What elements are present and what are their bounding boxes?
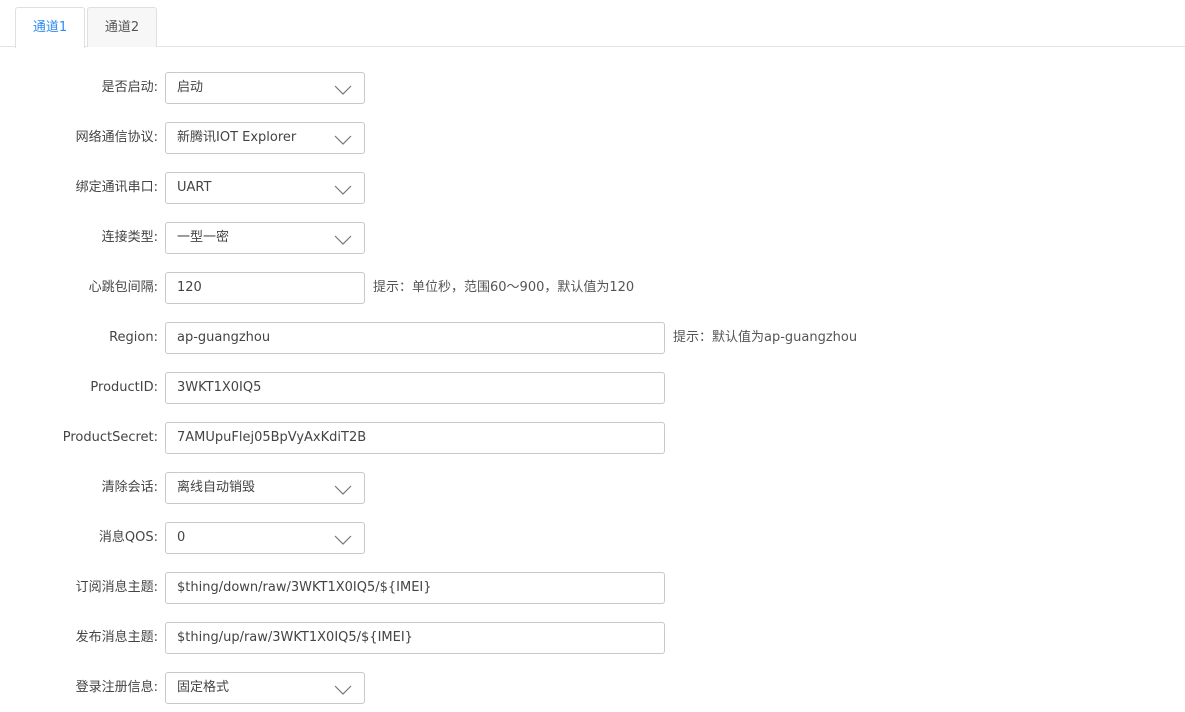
- product-id-input[interactable]: [177, 373, 664, 402]
- serial-port-label: 绑定通讯串口:: [75, 180, 158, 195]
- product-id-label: ProductID:: [90, 380, 158, 395]
- qos-select[interactable]: 0: [165, 522, 365, 554]
- tab-bar: 通道1 通道2: [0, 0, 1185, 48]
- chevron-down-icon: [334, 85, 352, 95]
- tab-channel-1[interactable]: 通道1: [15, 7, 85, 48]
- serial-port-select-value: UART: [177, 180, 212, 195]
- product-secret-input[interactable]: [177, 423, 664, 452]
- heartbeat-hint: 提示：单位秒，范围60～900，默认值为120: [373, 280, 635, 295]
- publish-topic-input[interactable]: [177, 623, 664, 652]
- qos-label: 消息QOS:: [98, 530, 158, 545]
- publish-topic-label: 发布消息主题:: [75, 630, 158, 645]
- form-row-clean-session: 清除会话: 离线自动销毁: [0, 472, 1185, 504]
- register-info-select[interactable]: 固定格式: [165, 672, 365, 704]
- form-row-qos: 消息QOS: 0: [0, 522, 1185, 554]
- heartbeat-input-box[interactable]: [165, 272, 365, 304]
- chevron-down-icon: [334, 235, 352, 245]
- form-row-connection-type: 连接类型: 一型一密: [0, 222, 1185, 254]
- form-row-protocol: 网络通信协议: 新腾讯IOT Explorer: [0, 122, 1185, 154]
- subscribe-topic-input[interactable]: [177, 573, 664, 602]
- form-row-product-id: ProductID:: [0, 372, 1185, 404]
- region-label: Region:: [109, 330, 158, 345]
- enabled-label: 是否启动:: [101, 80, 158, 95]
- connection-type-label: 连接类型:: [101, 230, 158, 245]
- qos-select-value: 0: [177, 530, 186, 545]
- chevron-down-icon: [334, 685, 352, 695]
- form-row-subscribe-topic: 订阅消息主题:: [0, 572, 1185, 604]
- clean-session-select[interactable]: 离线自动销毁: [165, 472, 365, 504]
- enabled-select[interactable]: 启动: [165, 72, 365, 104]
- region-hint: 提示：默认值为ap-guangzhou: [673, 330, 858, 345]
- form-row-serial-port: 绑定通讯串口: UART: [0, 172, 1185, 204]
- tab-channel-2[interactable]: 通道2: [87, 7, 157, 47]
- form-row-product-secret: ProductSecret:: [0, 422, 1185, 454]
- chevron-down-icon: [334, 485, 352, 495]
- heartbeat-input[interactable]: [177, 273, 364, 302]
- protocol-select[interactable]: 新腾讯IOT Explorer: [165, 122, 365, 154]
- register-info-select-value: 固定格式: [177, 680, 230, 695]
- register-info-label: 登录注册信息:: [75, 680, 158, 695]
- chevron-down-icon: [334, 535, 352, 545]
- chevron-down-icon: [334, 185, 352, 195]
- protocol-select-value: 新腾讯IOT Explorer: [177, 130, 297, 145]
- subscribe-topic-input-box[interactable]: [165, 572, 665, 604]
- region-input-box[interactable]: [165, 322, 665, 354]
- connection-type-select[interactable]: 一型一密: [165, 222, 365, 254]
- clean-session-select-value: 离线自动销毁: [177, 480, 256, 495]
- form-row-register-info: 登录注册信息: 固定格式: [0, 672, 1185, 704]
- channel-config-page: 通道1 通道2 是否启动: 启动 网络通信协议: 新腾讯IOT Explorer…: [0, 0, 1185, 712]
- serial-port-select[interactable]: UART: [165, 172, 365, 204]
- enabled-select-value: 启动: [177, 80, 204, 95]
- form-row-region: Region: 提示：默认值为ap-guangzhou: [0, 322, 1185, 354]
- clean-session-label: 清除会话:: [101, 480, 158, 495]
- region-input[interactable]: [177, 323, 664, 352]
- chevron-down-icon: [334, 135, 352, 145]
- product-secret-label: ProductSecret:: [62, 430, 158, 445]
- heartbeat-label: 心跳包间隔:: [88, 280, 158, 295]
- product-id-input-box[interactable]: [165, 372, 665, 404]
- protocol-label: 网络通信协议:: [75, 130, 158, 145]
- subscribe-topic-label: 订阅消息主题:: [75, 580, 158, 595]
- form-row-heartbeat: 心跳包间隔: 提示：单位秒，范围60～900，默认值为120: [0, 272, 1185, 304]
- form-row-publish-topic: 发布消息主题:: [0, 622, 1185, 654]
- publish-topic-input-box[interactable]: [165, 622, 665, 654]
- product-secret-input-box[interactable]: [165, 422, 665, 454]
- connection-type-select-value: 一型一密: [177, 230, 230, 245]
- form-row-enabled: 是否启动: 启动: [0, 72, 1185, 104]
